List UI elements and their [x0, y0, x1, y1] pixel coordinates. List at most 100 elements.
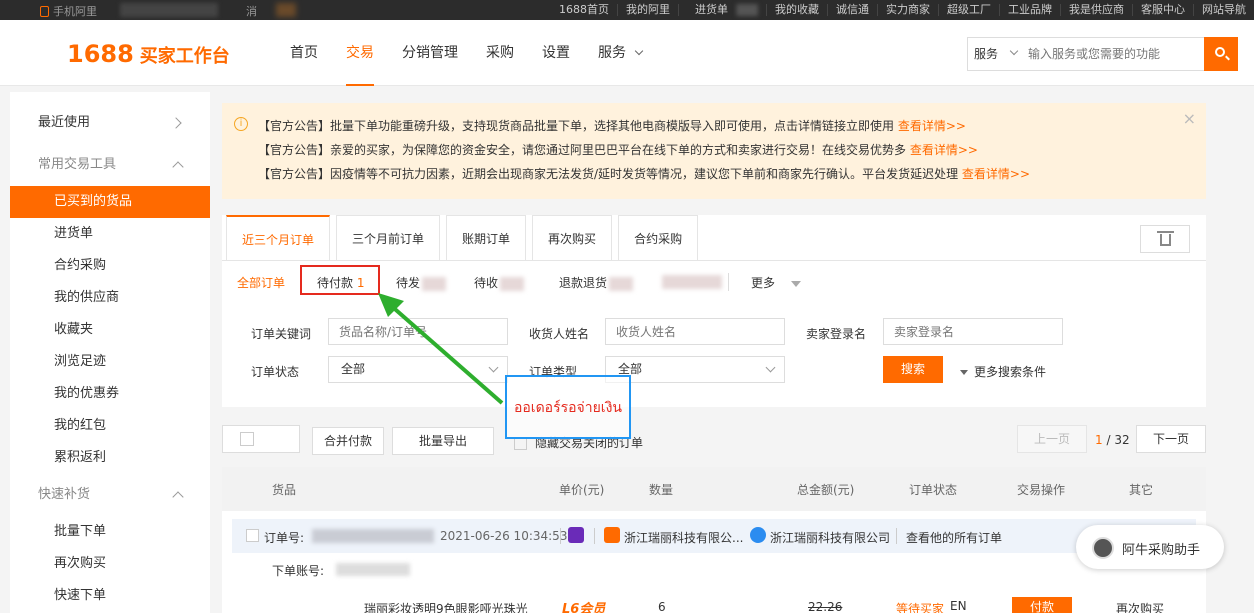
- sidebar-item-quick-order[interactable]: 快速下单: [10, 580, 210, 612]
- nav-trade[interactable]: 交易: [332, 20, 388, 86]
- close-icon[interactable]: ×: [1183, 109, 1196, 128]
- avatar: [1092, 537, 1114, 559]
- sidebar-item-coupons[interactable]: 我的优惠券: [10, 378, 210, 410]
- top-link-home[interactable]: 1688首页: [551, 4, 617, 16]
- mobile-link[interactable]: 手机阿里: [40, 3, 97, 19]
- shop-icon: [604, 527, 620, 543]
- main-nav: 首页 交易 分销管理 采购 设置 服务: [276, 20, 656, 86]
- tab-older-orders[interactable]: 三个月前订单: [336, 215, 441, 261]
- tab-recent-3-months[interactable]: 近三个月订单: [226, 215, 331, 261]
- top-link-supplier[interactable]: 我是供应商: [1060, 4, 1132, 16]
- chevron-down-icon: [1009, 46, 1019, 56]
- search-category-select[interactable]: 服务: [968, 38, 1024, 70]
- sidebar-section-quick-restock[interactable]: 快速补货: [10, 479, 210, 511]
- tab-credit-orders[interactable]: 账期订单: [446, 215, 527, 261]
- seller-input[interactable]: [883, 318, 1063, 345]
- tab-contract[interactable]: 合约采购: [618, 215, 699, 261]
- top-link-chengxintong[interactable]: 诚信通: [827, 4, 877, 16]
- order-toolbar: 合并付款 批量导出 隐藏交易关闭的订单 上一页 1 / 32 下一页: [222, 425, 1206, 455]
- message-link[interactable]: 消: [246, 3, 257, 19]
- next-page-button[interactable]: 下一页: [1136, 425, 1206, 453]
- rebuy-link[interactable]: 再次购买: [1116, 600, 1164, 613]
- status-tab-all[interactable]: 全部订单: [237, 274, 285, 291]
- status-tab-blurred[interactable]: [660, 274, 722, 289]
- top-link-favorites[interactable]: 我的收藏: [766, 4, 827, 16]
- nav-home[interactable]: 首页: [276, 20, 332, 86]
- chevron-up-icon: [172, 491, 184, 503]
- order-panel: 近三个月订单 三个月前订单 账期订单 再次购买 合约采购 全部订单 待付款 1 …: [222, 215, 1206, 407]
- wangwang-icon[interactable]: [750, 527, 766, 543]
- top-link-my-ali[interactable]: 我的阿里: [617, 4, 678, 16]
- top-link-service-center[interactable]: 客服中心: [1132, 4, 1193, 16]
- receiver-label: 收货人姓名: [529, 327, 590, 341]
- select-all-checkbox[interactable]: [222, 425, 300, 453]
- sidebar-item-rebates[interactable]: 累积返利: [10, 442, 210, 474]
- purchase-assistant-button[interactable]: 阿牛采购助手: [1076, 525, 1224, 569]
- item-title-link[interactable]: 瑞丽彩妆透明9色眼影哑光珠光: [364, 600, 528, 613]
- top-link-strong-merchant[interactable]: 实力商家: [877, 4, 938, 16]
- merge-pay-button[interactable]: 合并付款: [312, 427, 384, 455]
- sidebar-item-suppliers[interactable]: 我的供应商: [10, 282, 210, 314]
- chat-icon[interactable]: [568, 527, 584, 543]
- details-link[interactable]: 查看详情>>: [910, 143, 978, 157]
- seller-shop-link[interactable]: 浙江瑞丽科技有限公...: [624, 529, 743, 546]
- sidebar-item-red-packets[interactable]: 我的红包: [10, 410, 210, 442]
- sidebar-item-favorites[interactable]: 收藏夹: [10, 314, 210, 346]
- status-select[interactable]: 全部: [328, 356, 508, 383]
- sidebar-item-purchased[interactable]: 已买到的货品: [10, 186, 210, 218]
- blurred-order-number: [312, 529, 434, 543]
- status-tab-pending-receive[interactable]: 待收: [474, 274, 525, 291]
- top-utility-bar: 手机阿里 消 1688首页 我的阿里 进货单 我的收藏 诚信通 实力商家 超级工…: [0, 0, 1254, 20]
- status-tab-pending-ship[interactable]: 待发: [396, 274, 447, 291]
- more-conditions-toggle[interactable]: 更多搜索条件: [960, 363, 1046, 380]
- top-link-super-factory[interactable]: 超级工厂: [938, 4, 999, 16]
- details-link[interactable]: 查看详情>>: [962, 167, 1030, 181]
- sidebar-recent[interactable]: 最近使用: [10, 107, 210, 139]
- batch-export-button[interactable]: 批量导出: [392, 427, 494, 455]
- keyword-input[interactable]: [328, 318, 508, 345]
- chevron-down-icon: [765, 362, 776, 373]
- blurred-username: [120, 3, 218, 17]
- logo[interactable]: 1688 买家工作台: [67, 40, 230, 71]
- language-toggle[interactable]: EN: [950, 599, 967, 613]
- order-checkbox[interactable]: [246, 529, 259, 542]
- sidebar-item-history[interactable]: 浏览足迹: [10, 346, 210, 378]
- sidebar-section-common-tools[interactable]: 常用交易工具: [10, 149, 210, 181]
- chevron-up-icon: [172, 161, 184, 173]
- search-button[interactable]: [1204, 37, 1238, 71]
- search-submit-button[interactable]: 搜索: [883, 356, 943, 383]
- blurred-message-count: [276, 3, 296, 17]
- status-tab-refund[interactable]: 退款退货: [559, 274, 634, 291]
- col-goods: 货品: [272, 483, 297, 497]
- blurred-account: [336, 563, 410, 576]
- item-price: 22.26: [808, 600, 843, 613]
- see-all-orders-link[interactable]: 查看他的所有订单: [906, 529, 1002, 546]
- sidebar-item-contract[interactable]: 合约采购: [10, 250, 210, 282]
- nav-purchase[interactable]: 采购: [472, 20, 528, 86]
- nav-distribution[interactable]: 分销管理: [388, 20, 472, 86]
- seller-name-link[interactable]: 浙江瑞丽科技有限公司: [770, 529, 890, 546]
- sidebar-item-rebuy[interactable]: 再次购买: [10, 548, 210, 580]
- col-status: 订单状态: [909, 483, 958, 497]
- top-link-industrial-brand[interactable]: 工业品牌: [999, 4, 1060, 16]
- member-badge: L6会员: [562, 602, 606, 613]
- type-select[interactable]: 全部: [605, 356, 785, 383]
- nav-settings[interactable]: 设置: [528, 20, 584, 86]
- receiver-input[interactable]: [605, 318, 785, 345]
- trash-icon: [1157, 231, 1174, 233]
- search-input[interactable]: [1024, 38, 1204, 70]
- pay-button[interactable]: 付款: [1012, 597, 1072, 613]
- status-tab-more[interactable]: 更多: [751, 274, 802, 291]
- recycle-bin-button[interactable]: [1140, 225, 1190, 253]
- sidebar-item-cart[interactable]: 进货单: [10, 218, 210, 250]
- sidebar: 最近使用 常用交易工具 已买到的货品 进货单 合约采购 我的供应商 收藏夹 浏览…: [10, 92, 210, 613]
- blurred-cart-count: [736, 4, 758, 16]
- top-link-site-nav[interactable]: 网站导航: [1193, 4, 1254, 16]
- details-link[interactable]: 查看详情>>: [898, 119, 966, 133]
- chevron-right-icon: [170, 117, 182, 129]
- tab-rebuy[interactable]: 再次购买: [532, 215, 613, 261]
- prev-page-button[interactable]: 上一页: [1017, 425, 1087, 453]
- sidebar-item-batch-order[interactable]: 批量下单: [10, 516, 210, 548]
- nav-service[interactable]: 服务: [584, 20, 656, 86]
- top-link-cart[interactable]: 进货单: [678, 4, 766, 16]
